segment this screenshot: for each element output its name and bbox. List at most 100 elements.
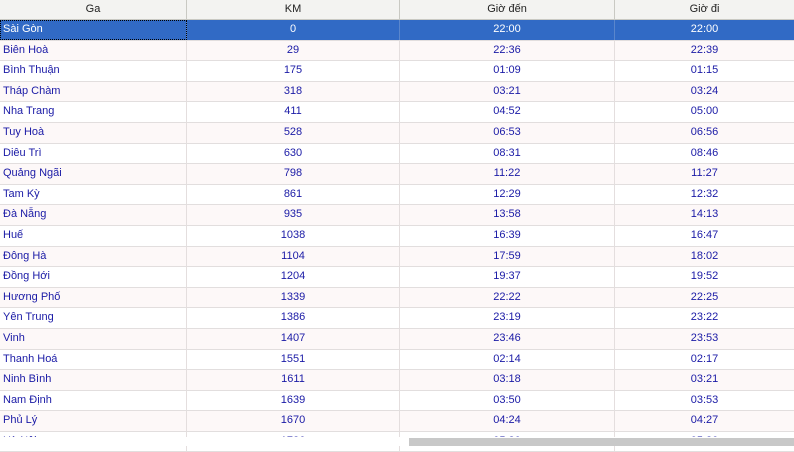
cell-departure[interactable]: 08:46 [615,144,794,164]
cell-arrival[interactable]: 04:52 [400,102,615,122]
table-row[interactable]: Ninh Bình 1611 03:18 03:21 [0,370,794,391]
cell-station[interactable]: Đà Nẵng [0,205,187,225]
scrollbar-thumb[interactable] [409,438,794,446]
cell-km[interactable]: 29 [187,40,400,61]
cell-arrival[interactable]: 16:39 [400,225,615,246]
cell-arrival[interactable]: 22:36 [400,40,615,61]
cell-station[interactable]: Ninh Bình [0,370,187,390]
cell-arrival[interactable]: 12:29 [400,184,615,205]
cell-km[interactable]: 1204 [187,267,400,287]
cell-departure[interactable]: 23:22 [615,308,794,328]
cell-departure[interactable]: 14:13 [615,205,794,225]
cell-departure[interactable]: 22:39 [615,41,794,61]
table-row[interactable]: Tháp Chàm 318 03:21 03:24 [0,81,794,103]
table-row[interactable]: Sài Gòn 0 22:00 22:00 [0,20,794,41]
table-row[interactable]: Biên Hoà 29 22:36 22:39 [0,40,794,62]
cell-km[interactable]: 1670 [187,411,400,431]
cell-station[interactable]: Yên Trung [0,308,187,328]
cell-departure[interactable]: 18:02 [615,247,794,267]
cell-station[interactable]: Tuy Hoà [0,122,187,143]
table-row[interactable]: Yên Trung 1386 23:19 23:22 [0,308,794,329]
cell-departure[interactable]: 04:27 [615,411,794,431]
cell-arrival[interactable]: 03:18 [400,370,615,390]
table-row[interactable]: Bình Thuận 175 01:09 01:15 [0,61,794,82]
cell-km[interactable]: 798 [187,164,400,184]
cell-station[interactable]: Sài Gòn [0,20,187,40]
cell-station[interactable]: Diêu Trì [0,143,187,164]
cell-station[interactable]: Tam Kỳ [0,184,187,205]
cell-departure[interactable]: 05:00 [615,102,794,122]
cell-arrival[interactable]: 02:14 [400,349,615,370]
cell-km[interactable]: 1551 [187,349,400,370]
table-row[interactable]: Diêu Trì 630 08:31 08:46 [0,143,794,165]
cell-km[interactable]: 411 [187,102,400,122]
table-row[interactable]: Hương Phố 1339 22:22 22:25 [0,287,794,309]
cell-departure[interactable]: 03:21 [615,370,794,390]
column-header-ga[interactable]: Ga [0,0,187,19]
cell-arrival[interactable]: 11:22 [400,164,615,184]
table-row[interactable]: Tam Kỳ 861 12:29 12:32 [0,184,794,206]
cell-station[interactable]: Phủ Lý [0,411,187,431]
cell-station[interactable]: Nam Định [0,390,187,411]
cell-arrival[interactable]: 23:19 [400,308,615,328]
cell-arrival[interactable]: 03:50 [400,390,615,411]
cell-station[interactable]: Nha Trang [0,102,187,122]
cell-departure[interactable]: 01:15 [615,61,794,81]
cell-departure[interactable]: 16:47 [615,226,794,246]
table-row[interactable]: Thanh Hoá 1551 02:14 02:17 [0,349,794,371]
cell-km[interactable]: 528 [187,122,400,143]
cell-arrival[interactable]: 06:53 [400,122,615,143]
cell-km[interactable]: 1611 [187,370,400,390]
cell-arrival[interactable]: 19:37 [400,267,615,287]
cell-km[interactable]: 1104 [187,246,400,267]
cell-km[interactable]: 0 [187,20,400,40]
table-row[interactable]: Quảng Ngãi 798 11:22 11:27 [0,164,794,185]
cell-station[interactable]: Hương Phố [0,287,187,308]
cell-km[interactable]: 1407 [187,328,400,349]
cell-station[interactable]: Huế [0,225,187,246]
cell-departure[interactable]: 06:56 [615,123,794,143]
column-header-departure[interactable]: Giờ đi [615,0,794,19]
cell-arrival[interactable]: 03:21 [400,81,615,102]
cell-km[interactable]: 1386 [187,308,400,328]
table-row[interactable]: Đông Hà 1104 17:59 18:02 [0,246,794,268]
cell-station[interactable]: Quảng Ngãi [0,164,187,184]
horizontal-scrollbar[interactable] [0,437,794,446]
cell-km[interactable]: 935 [187,205,400,225]
cell-km[interactable]: 861 [187,184,400,205]
cell-km[interactable]: 1639 [187,390,400,411]
cell-station[interactable]: Bình Thuận [0,61,187,81]
cell-arrival[interactable]: 22:22 [400,287,615,308]
cell-km[interactable]: 1038 [187,225,400,246]
cell-station[interactable]: Đông Hà [0,246,187,267]
table-row[interactable]: Phủ Lý 1670 04:24 04:27 [0,411,794,432]
cell-station[interactable]: Tháp Chàm [0,81,187,102]
cell-departure[interactable]: 22:00 [615,20,794,40]
table-row[interactable]: Đồng Hới 1204 19:37 19:52 [0,267,794,288]
cell-station[interactable]: Thanh Hoá [0,349,187,370]
cell-arrival[interactable]: 13:58 [400,205,615,225]
cell-station[interactable]: Đồng Hới [0,267,187,287]
table-row[interactable]: Nam Định 1639 03:50 03:53 [0,390,794,412]
table-row[interactable]: Vinh 1407 23:46 23:53 [0,328,794,350]
cell-departure[interactable]: 19:52 [615,267,794,287]
cell-departure[interactable]: 02:17 [615,350,794,370]
cell-arrival[interactable]: 08:31 [400,143,615,164]
cell-arrival[interactable]: 01:09 [400,61,615,81]
column-header-arrival[interactable]: Giờ đến [400,0,615,19]
cell-departure[interactable]: 12:32 [615,185,794,205]
cell-departure[interactable]: 23:53 [615,329,794,349]
cell-km[interactable]: 318 [187,81,400,102]
cell-arrival[interactable]: 23:46 [400,328,615,349]
cell-departure[interactable]: 03:53 [615,391,794,411]
table-row[interactable]: Tuy Hoà 528 06:53 06:56 [0,122,794,144]
table-row[interactable]: Huế 1038 16:39 16:47 [0,225,794,247]
table-row[interactable]: Đà Nẵng 935 13:58 14:13 [0,205,794,226]
table-row[interactable]: Nha Trang 411 04:52 05:00 [0,102,794,123]
cell-arrival[interactable]: 17:59 [400,246,615,267]
cell-km[interactable]: 1339 [187,287,400,308]
cell-departure[interactable]: 11:27 [615,164,794,184]
cell-arrival[interactable]: 22:00 [400,20,615,40]
cell-departure[interactable]: 03:24 [615,82,794,102]
cell-arrival[interactable]: 04:24 [400,411,615,431]
